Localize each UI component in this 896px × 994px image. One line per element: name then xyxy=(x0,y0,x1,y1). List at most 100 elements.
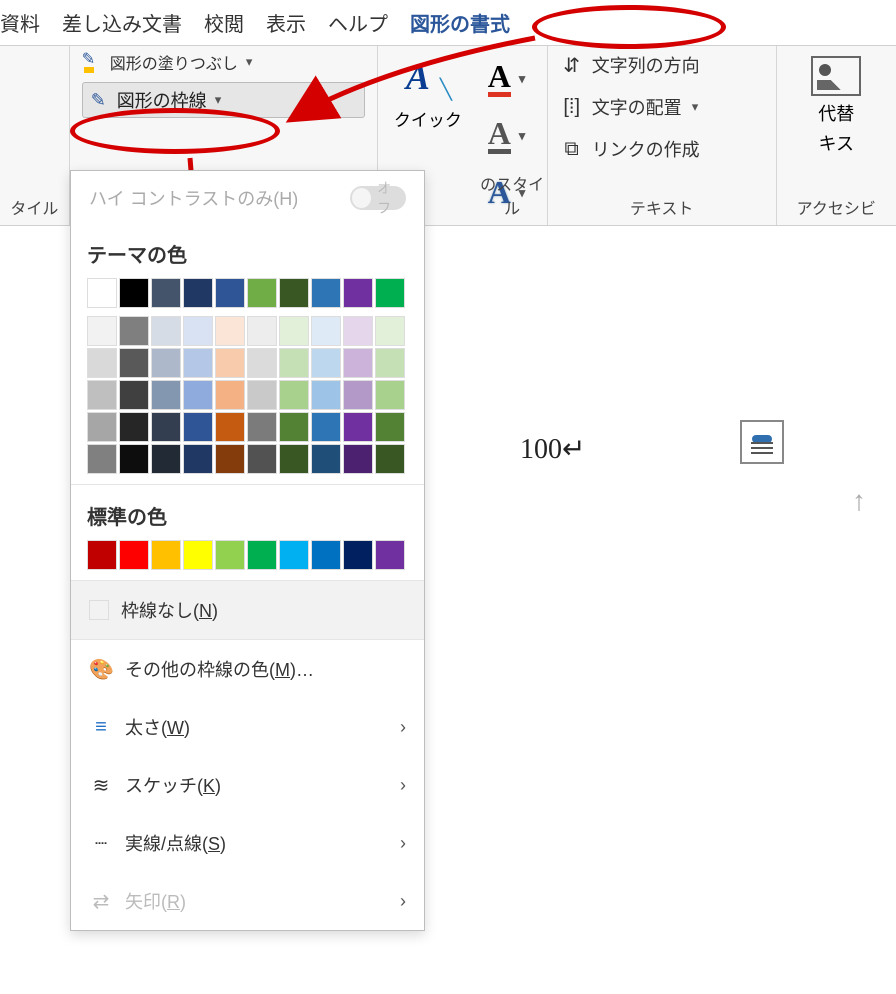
alt-text-label-1: 代替 xyxy=(818,100,854,126)
color-swatch[interactable] xyxy=(119,412,149,442)
color-swatch[interactable] xyxy=(279,316,309,346)
shape-outline-button[interactable]: 図形の枠線 ▾ xyxy=(82,82,365,118)
color-swatch[interactable] xyxy=(375,412,405,442)
color-swatch[interactable] xyxy=(279,412,309,442)
dashes-item[interactable]: ┈ 実線/点線(S) › xyxy=(71,814,424,872)
color-swatch[interactable] xyxy=(375,444,405,474)
color-swatch[interactable] xyxy=(311,278,341,308)
chevron-right-icon: › xyxy=(400,775,406,796)
color-swatch[interactable] xyxy=(343,412,373,442)
standard-swatches-row xyxy=(87,540,408,570)
color-swatch[interactable] xyxy=(343,380,373,410)
text-fill-button[interactable]: A▾ xyxy=(488,60,525,97)
color-swatch[interactable] xyxy=(87,316,117,346)
color-swatch[interactable] xyxy=(311,444,341,474)
tab-mailings[interactable]: 差し込み文書 xyxy=(62,8,182,37)
color-swatch[interactable] xyxy=(151,316,181,346)
color-swatch[interactable] xyxy=(183,444,213,474)
color-swatch[interactable] xyxy=(311,316,341,346)
color-swatch[interactable] xyxy=(183,412,213,442)
color-swatch[interactable] xyxy=(183,348,213,378)
color-swatch[interactable] xyxy=(215,540,245,570)
color-swatch[interactable] xyxy=(87,412,117,442)
document-text: 100↵ xyxy=(520,432,585,466)
color-swatch[interactable] xyxy=(215,380,245,410)
color-swatch[interactable] xyxy=(247,348,277,378)
color-swatch[interactable] xyxy=(279,444,309,474)
color-swatch[interactable] xyxy=(215,316,245,346)
color-swatch[interactable] xyxy=(183,278,213,308)
color-swatch[interactable] xyxy=(151,348,181,378)
color-swatch[interactable] xyxy=(247,412,277,442)
color-swatch[interactable] xyxy=(87,540,117,570)
color-swatch[interactable] xyxy=(343,444,373,474)
color-swatch[interactable] xyxy=(279,278,309,308)
color-swatch[interactable] xyxy=(375,540,405,570)
color-swatch[interactable] xyxy=(311,348,341,378)
weight-item[interactable]: ≡ 太さ(W) › xyxy=(71,698,424,756)
color-swatch[interactable] xyxy=(247,316,277,346)
color-swatch[interactable] xyxy=(311,412,341,442)
color-swatch[interactable] xyxy=(375,278,405,308)
sketch-item[interactable]: ≋ スケッチ(K) › xyxy=(71,756,424,814)
tab-shape-format[interactable]: 図形の書式 xyxy=(410,8,510,37)
color-swatch[interactable] xyxy=(151,278,181,308)
text-align-label: 文字の配置 xyxy=(592,94,682,120)
color-swatch[interactable] xyxy=(215,348,245,378)
color-swatch[interactable] xyxy=(375,380,405,410)
color-swatch[interactable] xyxy=(247,380,277,410)
text-outline-button[interactable]: A▾ xyxy=(488,117,525,154)
color-swatch[interactable] xyxy=(151,412,181,442)
palette-icon: 🎨 xyxy=(89,657,113,682)
color-swatch[interactable] xyxy=(119,540,149,570)
more-colors-item[interactable]: 🎨 その他の枠線の色(M)… xyxy=(71,640,424,698)
color-swatch[interactable] xyxy=(215,278,245,308)
color-swatch[interactable] xyxy=(151,380,181,410)
color-swatch[interactable] xyxy=(87,278,117,308)
color-swatch[interactable] xyxy=(119,444,149,474)
color-swatch[interactable] xyxy=(375,348,405,378)
color-swatch[interactable] xyxy=(183,540,213,570)
color-swatch[interactable] xyxy=(247,444,277,474)
layout-options-button[interactable] xyxy=(740,420,784,464)
standard-colors-title: 標準の色 xyxy=(87,501,408,530)
color-swatch[interactable] xyxy=(119,278,149,308)
tab-review[interactable]: 校閲 xyxy=(204,8,244,37)
alt-text-icon[interactable] xyxy=(811,56,861,96)
color-swatch[interactable] xyxy=(375,316,405,346)
text-direction-button[interactable]: ⇵ 文字列の方向 xyxy=(560,52,764,78)
color-swatch[interactable] xyxy=(279,380,309,410)
color-swatch[interactable] xyxy=(343,278,373,308)
color-swatch[interactable] xyxy=(343,540,373,570)
shape-fill-button[interactable]: 図形の塗りつぶし ▾ xyxy=(82,50,365,74)
high-contrast-row[interactable]: ハイ コントラストのみ(H) オフ xyxy=(71,171,424,223)
tab-view[interactable]: 表示 xyxy=(266,8,306,37)
color-swatch[interactable] xyxy=(151,540,181,570)
color-swatch[interactable] xyxy=(183,380,213,410)
color-swatch[interactable] xyxy=(87,444,117,474)
color-swatch[interactable] xyxy=(151,444,181,474)
color-swatch[interactable] xyxy=(87,380,117,410)
high-contrast-toggle[interactable]: オフ xyxy=(350,186,406,210)
color-swatch[interactable] xyxy=(311,540,341,570)
color-swatch[interactable] xyxy=(215,412,245,442)
color-swatch[interactable] xyxy=(247,540,277,570)
color-swatch[interactable] xyxy=(311,380,341,410)
tab-references[interactable]: 資料 xyxy=(0,8,40,37)
tab-help[interactable]: ヘルプ xyxy=(328,8,388,37)
color-swatch[interactable] xyxy=(247,278,277,308)
color-swatch[interactable] xyxy=(119,380,149,410)
color-swatch[interactable] xyxy=(343,348,373,378)
color-swatch[interactable] xyxy=(343,316,373,346)
text-align-button[interactable]: [⁞] 文字の配置 ▾ xyxy=(560,94,764,120)
color-swatch[interactable] xyxy=(279,540,309,570)
no-outline-item[interactable]: 枠線なし(N) xyxy=(71,581,424,639)
color-swatch[interactable] xyxy=(183,316,213,346)
color-swatch[interactable] xyxy=(279,348,309,378)
color-swatch[interactable] xyxy=(87,348,117,378)
color-swatch[interactable] xyxy=(119,348,149,378)
color-swatch[interactable] xyxy=(215,444,245,474)
create-link-button[interactable]: ⧉ リンクの作成 xyxy=(560,136,764,162)
wordart-quick-icon[interactable]: A╲ xyxy=(406,56,450,100)
color-swatch[interactable] xyxy=(119,316,149,346)
